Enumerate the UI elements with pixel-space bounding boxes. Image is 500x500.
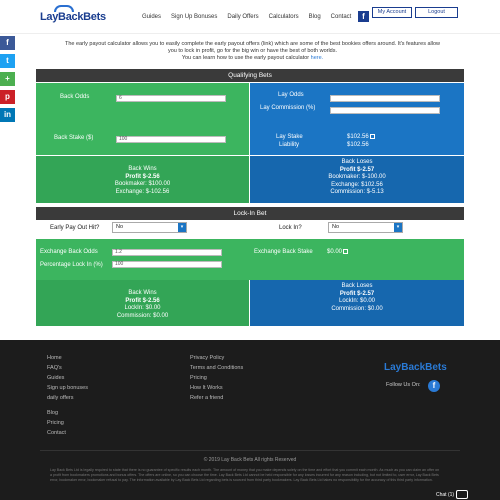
back-odds-label: Back Odds <box>60 94 90 100</box>
linkedin-share-icon[interactable]: in <box>0 108 15 122</box>
footer-logo[interactable]: LayBackBets <box>384 362 447 373</box>
early-pay-out-select[interactable]: No ▾ <box>112 222 187 233</box>
chat-label[interactable]: Chat (1) <box>436 492 454 498</box>
liability-label: Liability <box>279 142 300 148</box>
lock-in-back-loses-result: Back Loses Profit $-2.57 LockIn: $0.00 C… <box>331 283 383 312</box>
lock-in-bet-title: Lock-In Bet <box>36 207 464 220</box>
footer-links-legal: Privacy Policy Terms and Conditions Pric… <box>190 353 243 403</box>
lock-in-label: Lock In? <box>279 225 302 231</box>
intro-here-link[interactable]: here. <box>311 55 324 61</box>
site-header: LayBackBets Guides Sign Up Bonuses Daily… <box>0 0 500 34</box>
pinterest-share-icon[interactable]: p <box>0 90 15 104</box>
chat-icon[interactable] <box>456 490 468 499</box>
percentage-lock-in-label: Percentage Lock In (%) <box>40 262 103 268</box>
lay-stake-label: Lay Stake <box>276 134 303 140</box>
footer-link-refer[interactable]: Refer a friend <box>190 393 243 403</box>
footer-link-contact[interactable]: Contact <box>47 428 66 438</box>
footer-links-secondary: Blog Pricing Contact <box>47 408 66 438</box>
footer-link-pricing-2[interactable]: Pricing <box>190 373 243 383</box>
share-icon[interactable]: + <box>0 72 15 86</box>
copy-icon[interactable] <box>369 134 375 139</box>
chevron-down-icon: ▾ <box>394 223 402 232</box>
exchange-back-odds-input[interactable]: 1.2 <box>112 249 222 256</box>
lay-odds-input[interactable] <box>330 95 440 102</box>
lock-in-back-wins-result: Back Wins Profit $-2.56 LockIn: $0.00 Co… <box>116 290 169 319</box>
footer-links-main: Home FAQ's Guides Sign up bonuses daily … <box>47 353 88 403</box>
qualifying-back-wins-result: Back Wins Profit $-2.56 Bookmaker: $100.… <box>114 166 171 195</box>
nav-sign-up-bonuses[interactable]: Sign Up Bonuses <box>171 14 217 20</box>
qualifying-bets-title: Qualifying Bets <box>36 69 464 82</box>
footer-link-guides[interactable]: Guides <box>47 373 88 383</box>
footer-link-sign-up-bonuses[interactable]: Sign up bonuses <box>47 383 88 393</box>
lay-commission-label: Lay Commission (%) <box>260 105 316 111</box>
chevron-down-icon: ▾ <box>178 223 186 232</box>
facebook-icon[interactable]: f <box>428 380 440 392</box>
logout-button[interactable]: Logout <box>415 7 458 18</box>
exchange-back-stake-value: $0.00 <box>327 249 349 255</box>
footer-divider <box>40 450 460 451</box>
lay-odds-label: Lay Odds <box>278 92 304 98</box>
nav-calculators[interactable]: Calculators <box>269 14 299 20</box>
facebook-icon[interactable]: f <box>358 11 369 22</box>
footer-link-daily-offers[interactable]: daily offers <box>47 393 88 403</box>
intro-text: The early payout calculator allows you t… <box>64 41 441 61</box>
copy-icon[interactable] <box>343 249 349 254</box>
footer-link-blog[interactable]: Blog <box>47 408 66 418</box>
early-pay-out-label: Early Pay Out Hit? <box>50 225 100 231</box>
percentage-lock-in-input[interactable]: 100 <box>112 261 222 268</box>
footer-link-how-it-works[interactable]: How It Works <box>190 383 243 393</box>
footer-link-terms[interactable]: Terms and Conditions <box>190 363 243 373</box>
lock-in-inputs-panel <box>36 239 464 280</box>
facebook-share-icon[interactable]: f <box>0 36 15 50</box>
lay-commission-input[interactable] <box>330 107 440 114</box>
social-share-bar: f t + p in <box>0 36 15 126</box>
nav-daily-offers[interactable]: Daily Offers <box>227 14 258 20</box>
copyright-text: © 2019 Lay Back Bets All rights Reserved <box>203 457 297 463</box>
footer-link-privacy[interactable]: Privacy Policy <box>190 353 243 363</box>
exchange-back-odds-label: Exchange Back Odds <box>40 249 98 255</box>
nav-blog[interactable]: Blog <box>309 14 321 20</box>
legal-disclaimer: Lay Back Bets Ltd is legally required to… <box>50 468 440 482</box>
lock-in-select[interactable]: No ▾ <box>328 222 403 233</box>
footer-link-faqs[interactable]: FAQ's <box>47 363 88 373</box>
early-payout-calculator: Qualifying Bets Back Odds 6 Lay Odds Lay… <box>36 69 464 326</box>
twitter-share-icon[interactable]: t <box>0 54 15 68</box>
qualifying-back-loses-result: Back Loses Profit $-2.57 Bookmaker: $-10… <box>328 159 386 195</box>
back-odds-input[interactable]: 6 <box>116 95 226 102</box>
footer-link-home[interactable]: Home <box>47 353 88 363</box>
back-stake-input[interactable]: 100 <box>116 136 226 143</box>
lay-stake-value: $102.56 <box>347 134 375 140</box>
main-nav: Guides Sign Up Bonuses Daily Offers Calc… <box>142 14 361 20</box>
nav-contact[interactable]: Contact <box>331 14 352 20</box>
nav-guides[interactable]: Guides <box>142 14 161 20</box>
liability-value: $102.56 <box>347 142 369 148</box>
site-footer: Home FAQ's Guides Sign up bonuses daily … <box>0 340 500 500</box>
my-account-button[interactable]: My Account <box>372 7 412 18</box>
site-logo[interactable]: LayBackBets <box>40 5 106 23</box>
footer-link-pricing[interactable]: Pricing <box>47 418 66 428</box>
exchange-back-stake-label: Exchange Back Stake <box>254 249 313 255</box>
back-stake-label: Back Stake ($) <box>54 135 94 141</box>
follow-us-label: Follow Us On: <box>386 382 421 388</box>
